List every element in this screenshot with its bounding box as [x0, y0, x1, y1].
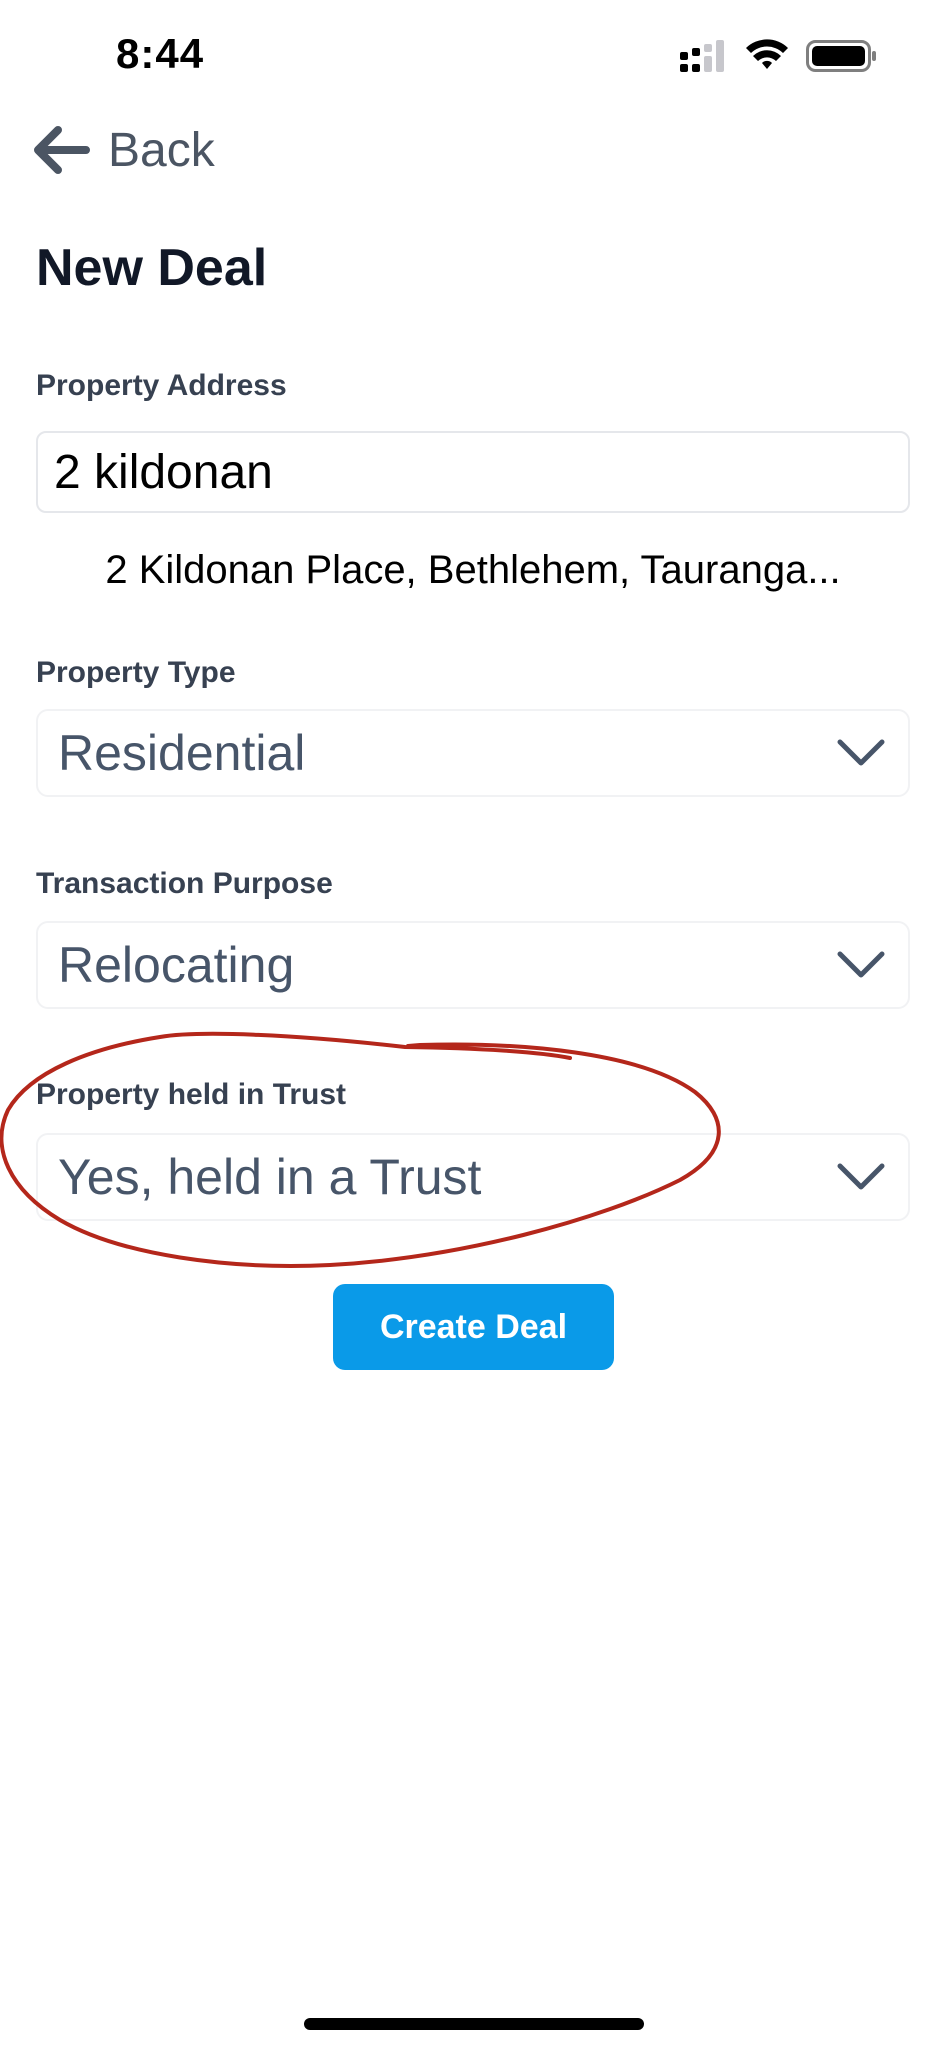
address-suggestion[interactable]: 2 Kildonan Place, Bethlehem, Tauranga...: [36, 548, 910, 593]
chevron-down-icon: [837, 739, 885, 766]
held-in-trust-value: Yes, held in a Trust: [58, 1149, 482, 1205]
held-in-trust-label: Property held in Trust: [36, 1078, 347, 1111]
property-address-input[interactable]: [36, 431, 910, 513]
property-type-label: Property Type: [36, 656, 236, 689]
back-button[interactable]: Back: [30, 120, 215, 180]
transaction-purpose-label: Transaction Purpose: [36, 867, 333, 900]
chevron-down-icon: [837, 1163, 885, 1190]
held-in-trust-select[interactable]: Yes, held in a Trust: [36, 1133, 910, 1221]
property-type-select[interactable]: Residential: [36, 709, 910, 797]
property-type-value: Residential: [58, 725, 306, 781]
create-deal-button[interactable]: Create Deal: [333, 1284, 614, 1370]
property-address-label: Property Address: [36, 369, 287, 402]
status-time: 8:44: [116, 30, 205, 77]
wifi-icon: [746, 39, 788, 69]
page-title: New Deal: [36, 239, 268, 297]
arrow-left-icon: [34, 126, 90, 174]
transaction-purpose-select[interactable]: Relocating: [36, 921, 910, 1009]
home-indicator[interactable]: [304, 2018, 644, 2030]
back-label: Back: [108, 123, 215, 177]
transaction-purpose-value: Relocating: [58, 937, 295, 993]
battery-icon: [806, 40, 876, 72]
chevron-down-icon: [837, 951, 885, 978]
